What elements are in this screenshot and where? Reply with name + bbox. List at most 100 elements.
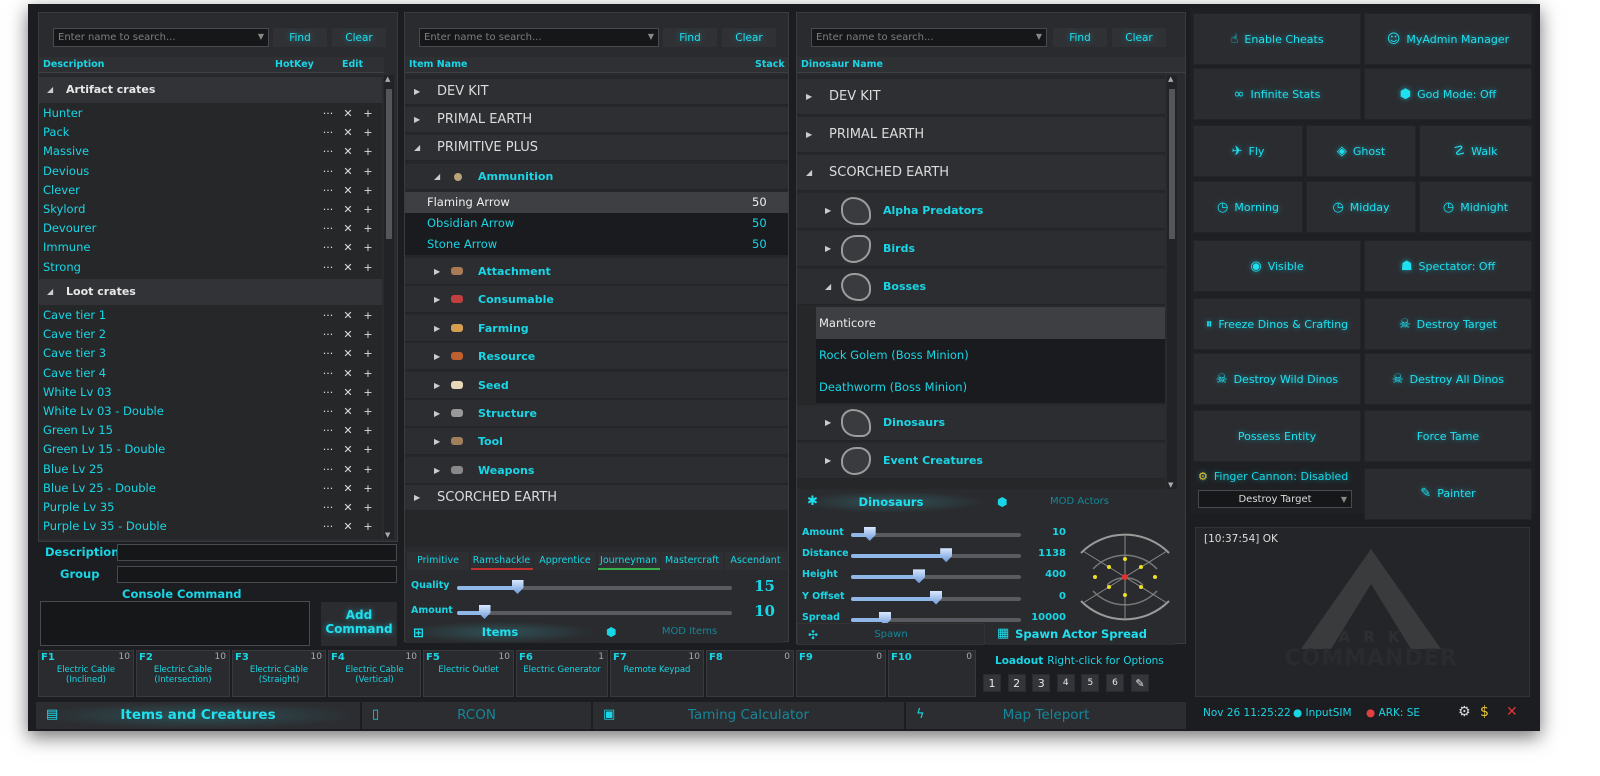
category-scorched-earth[interactable]: ◢ SCORCHED EARTH [797, 155, 1165, 191]
hotkey-slot-f8[interactable]: F8 0 [706, 650, 794, 697]
more-icon[interactable]: ··· [318, 238, 338, 257]
ghost-button[interactable]: ◈ Ghost [1306, 125, 1416, 177]
dino-row[interactable]: Rock Golem (Boss Minion) [816, 339, 1165, 371]
subcategory-alpha-predators[interactable]: ▶ Alpha Predators [797, 193, 1165, 229]
list-item[interactable]: Green Lv 15 - Double ··· ✕ + [39, 440, 382, 459]
collapse-icon[interactable]: ◢ [806, 155, 812, 191]
list-item[interactable]: White Lv 03 ··· ✕ + [39, 383, 382, 402]
collapse-icon[interactable]: ◢ [434, 164, 440, 190]
myadmin-manager-button[interactable]: ☺ MyAdmin Manager [1364, 13, 1532, 65]
category-dev-kit[interactable]: ▶ DEV KIT [797, 79, 1165, 115]
spectator-button[interactable]: ☗ Spectator: Off [1364, 240, 1532, 292]
more-icon[interactable]: ··· [318, 479, 338, 498]
remove-icon[interactable]: ✕ [338, 460, 358, 479]
possess-entity-button[interactable]: Possess Entity [1193, 410, 1361, 462]
list-item[interactable]: Cave tier 4 ··· ✕ + [39, 364, 382, 383]
list-item[interactable]: Cave tier 1 ··· ✕ + [39, 306, 382, 325]
category-primal-earth[interactable]: ▶ PRIMAL EARTH [405, 107, 788, 133]
remove-icon[interactable]: ✕ [338, 440, 358, 459]
tab-rcon[interactable]: ▯ RCON [362, 702, 592, 729]
remove-icon[interactable]: ✕ [338, 364, 358, 383]
col-item-name[interactable]: Item Name [409, 57, 467, 72]
list-item[interactable]: Blue Lv 25 - Double ··· ✕ + [39, 479, 382, 498]
freeze-dinos-button[interactable]: ⏸ Freeze Dinos & Crafting [1193, 298, 1361, 350]
tab-items-and-creatures[interactable]: ▤ Items and Creatures [36, 702, 361, 729]
list-item[interactable]: Green Lv 15 ··· ✕ + [39, 421, 382, 440]
category-scorched-earth[interactable]: ▶ SCORCHED EARTH [405, 485, 788, 511]
midday-button[interactable]: ◷ Midday [1306, 181, 1416, 233]
slider-knob[interactable] [478, 605, 491, 619]
add-icon[interactable]: + [358, 219, 378, 238]
add-icon[interactable]: + [358, 421, 378, 440]
close-icon[interactable]: ✕ [1506, 704, 1518, 720]
painter-button[interactable]: ✎ Painter [1364, 468, 1532, 520]
more-icon[interactable]: ··· [318, 306, 338, 325]
list-item[interactable]: Cave tier 2 ··· ✕ + [39, 325, 382, 344]
dino-row[interactable]: Deathworm (Boss Minion) [816, 371, 1165, 403]
loadout-slot-5[interactable]: 5 [1081, 674, 1100, 692]
tab-mod-items[interactable]: ⬢ MOD Items [596, 621, 783, 643]
add-icon[interactable]: + [358, 479, 378, 498]
group-loot-crates[interactable]: ◢ Loot crates [39, 279, 382, 305]
slider-knob[interactable] [940, 548, 953, 563]
clear-button[interactable]: Clear [1111, 27, 1167, 48]
add-icon[interactable]: + [358, 306, 378, 325]
tab-taming-calculator[interactable]: ▣ Taming Calculator [593, 702, 905, 729]
add-icon[interactable]: + [358, 383, 378, 402]
quality-tab-ramshackle[interactable]: Ramshackle [470, 552, 533, 570]
hotkey-slot-f9[interactable]: F9 0 [796, 650, 886, 697]
find-button[interactable]: Find [272, 27, 328, 48]
infinite-stats-button[interactable]: ∞ Infinite Stats [1193, 68, 1361, 120]
spawn-y-offset-slider[interactable] [851, 590, 1021, 605]
find-button[interactable]: Find [662, 27, 718, 48]
remove-icon[interactable]: ✕ [338, 325, 358, 344]
remove-icon[interactable]: ✕ [338, 123, 358, 142]
more-icon[interactable]: ··· [318, 460, 338, 479]
expand-icon[interactable]: ▶ [414, 79, 420, 105]
add-icon[interactable]: + [358, 200, 378, 219]
remove-icon[interactable]: ✕ [338, 517, 358, 536]
visible-button[interactable]: ◉ Visible [1193, 240, 1361, 292]
hotkey-slot-f4[interactable]: F4 10 Electric Cable (Vertical) [328, 650, 421, 697]
remove-icon[interactable]: ✕ [338, 344, 358, 363]
add-icon[interactable]: + [358, 517, 378, 536]
subcategory-structure[interactable]: ▶ Structure [405, 400, 788, 427]
more-icon[interactable]: ··· [318, 402, 338, 421]
more-icon[interactable]: ··· [318, 364, 338, 383]
col-edit[interactable]: Edit [342, 57, 363, 72]
loadout-slot-3[interactable]: 3 [1032, 674, 1051, 692]
slider-knob[interactable] [913, 569, 925, 584]
enable-cheats-button[interactable]: ☝ Enable Cheats [1193, 13, 1361, 65]
subcategory-weapons[interactable]: ▶ Weapons [405, 456, 788, 484]
tab-items[interactable]: ⊞ Items [405, 621, 595, 643]
quality-tab-journeyman[interactable]: Journeyman [597, 552, 660, 570]
more-icon[interactable]: ··· [318, 200, 338, 219]
remove-icon[interactable]: ✕ [338, 142, 358, 161]
add-icon[interactable]: + [358, 498, 378, 517]
hotkey-slot-f3[interactable]: F3 10 Electric Cable (Straight) [232, 650, 326, 697]
subcategory-dinosaurs[interactable]: ▶ Dinosaurs [797, 405, 1165, 441]
category-dev-kit[interactable]: ▶ DEV KIT [405, 79, 788, 105]
collapse-icon[interactable]: ◢ [47, 279, 53, 305]
dino-row[interactable]: Manticore [816, 307, 1165, 339]
more-icon[interactable]: ··· [318, 162, 338, 181]
chevron-down-icon[interactable]: ▼ [258, 32, 264, 41]
remove-icon[interactable]: ✕ [338, 181, 358, 200]
chevron-down-icon[interactable]: ▼ [1341, 491, 1347, 508]
expand-icon[interactable]: ▶ [825, 443, 831, 479]
subcategory-birds[interactable]: ▶ Birds [797, 231, 1165, 267]
subcategory-consumable[interactable]: ▶ Consumable [405, 286, 788, 314]
fly-button[interactable]: ✈ Fly [1193, 125, 1303, 177]
list-item[interactable]: Strong ··· ✕ + [39, 258, 382, 277]
more-icon[interactable]: ··· [318, 104, 338, 123]
list-item[interactable]: Hunter ··· ✕ + [39, 104, 382, 123]
expand-icon[interactable]: ▶ [825, 231, 831, 267]
loadout-slot-6[interactable]: 6 [1106, 674, 1124, 692]
list-item[interactable]: Skylord ··· ✕ + [39, 200, 382, 219]
subcategory-attachment[interactable]: ▶ Attachment [405, 258, 788, 285]
morning-button[interactable]: ◷ Morning [1193, 181, 1303, 233]
tab-map-teleport[interactable]: ϟ Map Teleport [906, 702, 1187, 729]
subcategory-resource[interactable]: ▶ Resource [405, 343, 788, 371]
col-description[interactable]: Description [43, 57, 104, 72]
more-icon[interactable]: ··· [318, 123, 338, 142]
